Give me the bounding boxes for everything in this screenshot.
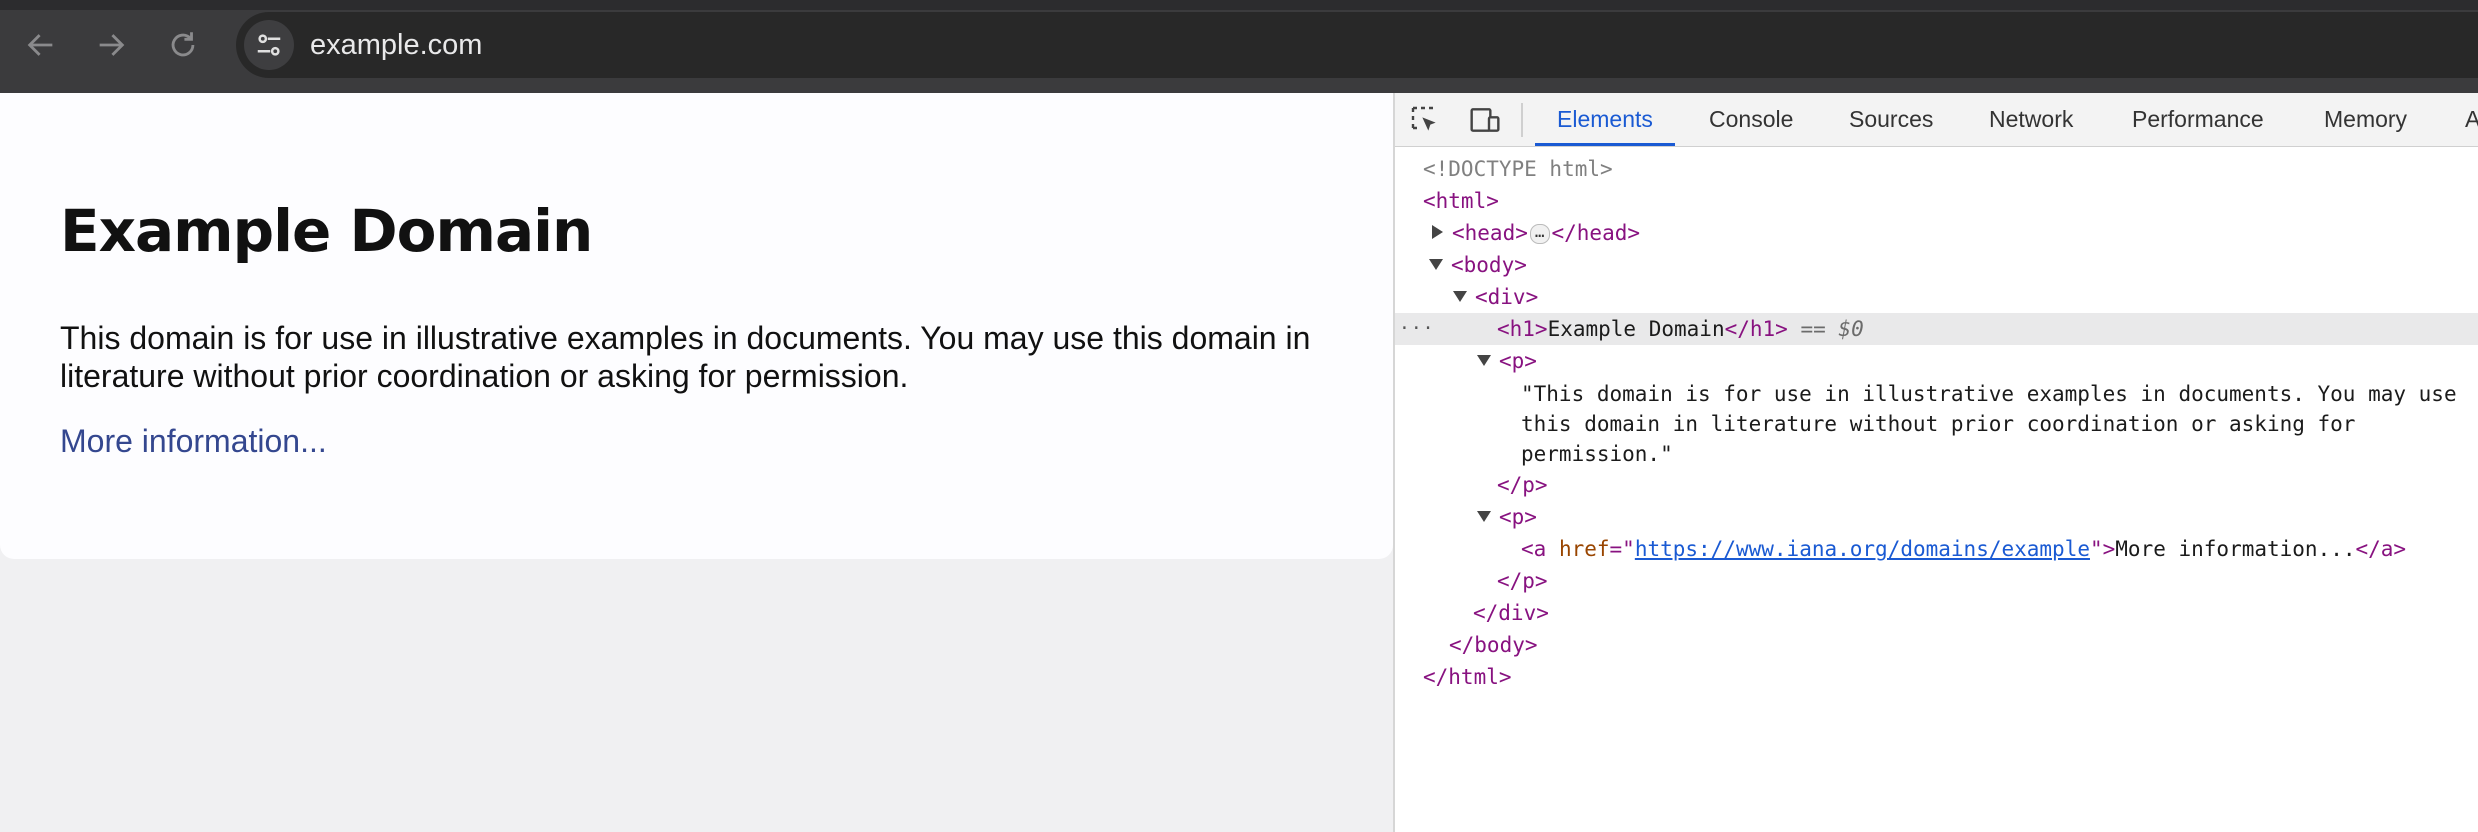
dom-node-p-1-close[interactable]: </p>: [1395, 469, 2478, 501]
selected-marker-var: $0: [1838, 317, 1864, 341]
collapse-triangle-icon[interactable]: [1453, 290, 1467, 302]
p-close-tag: </p>: [1497, 473, 1548, 497]
dom-node-a[interactable]: <a href="https://www.iana.org/domains/ex…: [1395, 533, 2478, 565]
dom-node-div[interactable]: <div>: [1395, 281, 2478, 313]
dom-node-head[interactable]: <head>… </head>: [1395, 217, 2478, 249]
tab-performance[interactable]: Performance: [2132, 93, 2264, 146]
h1-close-tag: </h1>: [1724, 317, 1788, 341]
tab-sources[interactable]: Sources: [1849, 93, 1933, 146]
arrow-left-icon: [27, 34, 53, 56]
body-open-tag: <body>: [1451, 253, 1527, 277]
dom-node-h1-selected[interactable]: ··· <h1>Example Domain</h1> == $0: [1395, 313, 2478, 345]
collapsed-children-pill[interactable]: …: [1529, 224, 1550, 244]
href-attribute-link[interactable]: https://www.iana.org/domains/example: [1635, 537, 2090, 561]
doctype-text: <!DOCTYPE html>: [1423, 157, 1613, 181]
back-button[interactable]: [16, 20, 66, 70]
attr-end-quote: ">: [2089, 537, 2116, 561]
page-viewport: Example Domain This domain is for use in…: [0, 93, 1393, 832]
dom-node-body[interactable]: <body>: [1395, 249, 2478, 281]
tab-elements[interactable]: Elements: [1535, 93, 1675, 146]
collapse-triangle-icon[interactable]: [1429, 258, 1443, 270]
tune-icon: [257, 34, 281, 56]
reload-icon: [171, 32, 195, 57]
a-close-tag: </a>: [2355, 537, 2407, 561]
url-text[interactable]: example.com: [310, 12, 482, 78]
reload-button[interactable]: [158, 20, 208, 70]
p-text-node[interactable]: "This domain is for use in illustrative …: [1521, 379, 2461, 469]
div-open-tag: <div>: [1475, 285, 1539, 309]
attr-eq-quote: =": [1609, 537, 1635, 561]
a-open-tag-start: <a: [1521, 537, 1547, 561]
content-card: Example Domain This domain is for use in…: [0, 93, 1393, 559]
dom-node-div-close[interactable]: </div>: [1395, 597, 2478, 629]
div-close-tag: </div>: [1473, 601, 1549, 625]
page-paragraph: This domain is for use in illustrative e…: [60, 320, 1311, 394]
tab-console[interactable]: Console: [1709, 93, 1793, 146]
address-bar[interactable]: example.com: [236, 12, 2478, 78]
devtools-tabbar: Elements Console Sources Network Perform…: [1395, 93, 2478, 147]
collapse-triangle-icon[interactable]: [1477, 510, 1491, 522]
body-close-tag: </body>: [1449, 633, 1538, 657]
window-top-strip: [0, 0, 2478, 10]
tab-memory[interactable]: Memory: [2324, 93, 2407, 146]
dom-node-p-2-close[interactable]: </p>: [1395, 565, 2478, 597]
devtools-tabs: Elements Console Sources Network Perform…: [1395, 93, 2478, 146]
dom-node-p-2[interactable]: <p>: [1395, 501, 2478, 533]
dom-node-body-close[interactable]: </body>: [1395, 629, 2478, 661]
selected-marker-eq: ==: [1800, 317, 1826, 341]
href-attribute-name: href: [1558, 537, 1610, 561]
p-open-tag: <p>: [1499, 349, 1537, 373]
dom-node-doctype[interactable]: <!DOCTYPE html>: [1395, 153, 2478, 185]
tab-overflow[interactable]: A: [2465, 93, 2478, 146]
forward-button[interactable]: [86, 20, 136, 70]
p-open-tag: <p>: [1499, 505, 1537, 529]
devtools-panel: Elements Console Sources Network Perform…: [1393, 93, 2478, 832]
h1-text-node: Example Domain: [1547, 317, 1725, 341]
dom-node-p-1[interactable]: <p>: [1395, 345, 2478, 377]
page-title: Example Domain: [60, 197, 593, 265]
html-open-tag: <html>: [1423, 189, 1499, 213]
a-text-node: More information...: [2115, 537, 2356, 561]
browser-toolbar: example.com: [0, 0, 2478, 93]
dom-node-html[interactable]: <html>: [1395, 185, 2478, 217]
expand-triangle-icon[interactable]: [1432, 225, 1443, 239]
head-close-tag: </head>: [1551, 221, 1641, 245]
site-info-button[interactable]: [244, 20, 294, 70]
tab-network[interactable]: Network: [1989, 93, 2073, 146]
arrow-right-icon: [99, 34, 125, 56]
p-close-tag: </p>: [1497, 569, 1548, 593]
more-information-link[interactable]: More information...: [60, 423, 327, 460]
collapse-triangle-icon[interactable]: [1477, 354, 1491, 366]
html-close-tag: </html>: [1423, 665, 1512, 689]
head-open-tag: <head>: [1452, 221, 1528, 245]
h1-open-tag: <h1>: [1497, 317, 1548, 341]
more-actions-icon[interactable]: ···: [1399, 313, 1435, 345]
dom-node-html-close[interactable]: </html>: [1395, 661, 2478, 693]
